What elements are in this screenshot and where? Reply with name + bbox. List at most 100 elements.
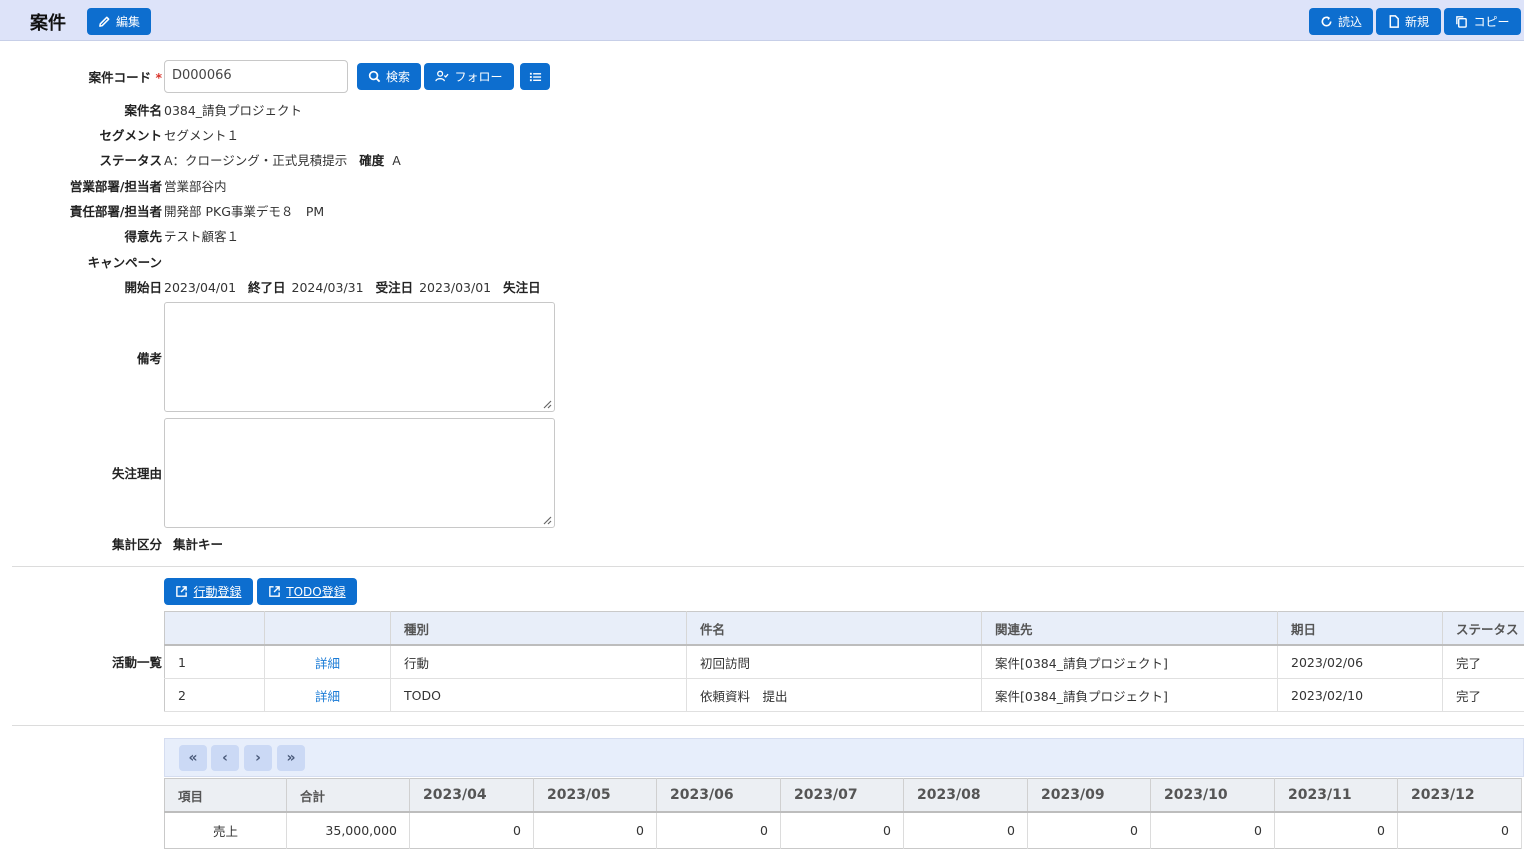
reload-icon	[1321, 16, 1332, 27]
activity-related: 案件[0384_請負プロジェクト]	[981, 645, 1278, 679]
month-cell: 0	[780, 812, 904, 849]
document-icon	[1389, 15, 1399, 28]
external-link-icon	[269, 586, 281, 597]
customer-label: 得意先	[124, 229, 162, 244]
detail-link[interactable]: 詳細	[264, 678, 391, 712]
top-bar: 案件 編集 読込 新規 コピー	[0, 0, 1524, 41]
prev-page-button[interactable]: ‹	[211, 745, 239, 771]
first-page-button[interactable]: «	[179, 745, 207, 771]
activity-related: 案件[0384_請負プロジェクト]	[981, 678, 1278, 712]
edit-label: 編集	[115, 15, 140, 29]
column-header-month: 2023/08	[903, 778, 1028, 813]
required-mark: *	[155, 70, 162, 85]
activity-subject: 初回訪問	[686, 645, 982, 679]
edit-button[interactable]: 編集	[87, 8, 151, 35]
next-page-button[interactable]: ›	[244, 745, 272, 771]
register-todo-label: TODO登録	[286, 585, 346, 599]
segment-label: セグメント	[99, 128, 162, 143]
lost-date-label: 失注日	[503, 280, 541, 295]
item-cell: 売上	[164, 812, 287, 849]
dates-row: 2023/04/01 終了日 2024/03/31 受注日 2023/03/01…	[164, 277, 541, 296]
column-header-month: 2023/06	[656, 778, 781, 813]
activity-table: 種別 件名 関連先 期日 ステータス 1 詳細 行動 初回訪問 案件[0384_…	[164, 611, 1524, 712]
activity-due: 2023/02/06	[1277, 645, 1443, 679]
divider	[12, 725, 1524, 726]
last-page-button[interactable]: »	[277, 745, 305, 771]
table-row: 売上 35,000,000 0 0 0 0 0 0 0 0 0	[164, 812, 1522, 849]
search-icon	[368, 70, 381, 83]
follow-label: フォロー	[454, 70, 503, 84]
pencil-icon	[99, 16, 110, 27]
column-header-subject[interactable]: 件名	[686, 611, 982, 646]
resize-grip-icon[interactable]	[542, 515, 552, 525]
code-label-text: 案件コード	[88, 70, 152, 85]
month-cell: 0	[533, 812, 657, 849]
register-action-label: 行動登録	[193, 585, 242, 599]
search-button[interactable]: 検索	[357, 63, 421, 90]
month-cell: 0	[1150, 812, 1275, 849]
memo-textarea[interactable]	[164, 302, 555, 412]
search-label: 検索	[385, 70, 410, 84]
column-header[interactable]	[164, 611, 265, 646]
status-value: A：クロージング・正式見積提示 確度 A	[164, 150, 401, 169]
register-action-button[interactable]: 行動登録	[164, 578, 253, 605]
page-title: 案件	[30, 13, 66, 34]
table-row[interactable]: 1 詳細 行動 初回訪問 案件[0384_請負プロジェクト] 2023/02/0…	[164, 645, 1524, 679]
detail-link[interactable]: 詳細	[264, 645, 391, 679]
name-label: 案件名	[124, 103, 162, 118]
aggregation-key-label: 集計キー	[173, 537, 224, 552]
activity-list-label: 活動一覧	[111, 655, 162, 670]
column-header-month: 2023/09	[1027, 778, 1151, 813]
certainty-value: A	[392, 153, 401, 168]
column-header-type[interactable]: 種別	[390, 611, 687, 646]
certainty-label: 確度	[359, 153, 385, 168]
column-header-month: 2023/12	[1397, 778, 1522, 813]
order-date-label: 受注日	[375, 280, 414, 295]
total-cell: 35,000,000	[286, 812, 410, 849]
customer-value: テスト顧客１	[164, 229, 240, 244]
activity-status: 完了	[1442, 645, 1524, 679]
copy-button[interactable]: コピー	[1444, 8, 1521, 35]
month-cell: 0	[1027, 812, 1151, 849]
status-label: ステータス	[99, 153, 162, 168]
new-button[interactable]: 新規	[1376, 8, 1441, 35]
name-value: 0384_請負プロジェクト	[164, 103, 303, 118]
follow-button[interactable]: フォロー	[424, 63, 514, 90]
table-row[interactable]: 2 詳細 TODO 依頼資料 提出 案件[0384_請負プロジェクト] 2023…	[164, 678, 1524, 712]
activity-due: 2023/02/10	[1277, 678, 1443, 712]
column-header-due[interactable]: 期日	[1277, 611, 1443, 646]
lost-reason-label: 失注理由	[111, 466, 162, 481]
column-header-item: 項目	[164, 778, 287, 813]
end-date-label: 終了日	[248, 280, 286, 295]
activity-type: TODO	[390, 678, 687, 712]
column-header-status[interactable]: ステータス	[1442, 611, 1524, 646]
column-header-month: 2023/07	[780, 778, 904, 813]
lost-reason-textarea[interactable]	[164, 418, 555, 528]
column-header-related[interactable]: 関連先	[981, 611, 1278, 646]
list-menu-button[interactable]	[520, 63, 550, 90]
table-header-row: 種別 件名 関連先 期日 ステータス	[164, 611, 1524, 646]
monthly-table: 項目 合計 2023/04 2023/05 2023/06 2023/07 20…	[164, 778, 1522, 849]
responsible-label: 責任部署/担当者	[69, 204, 162, 219]
row-number: 2	[164, 678, 265, 712]
month-cell: 0	[1397, 812, 1522, 849]
campaign-label: キャンペーン	[87, 255, 162, 270]
new-label: 新規	[1404, 15, 1429, 29]
activity-type: 行動	[390, 645, 687, 679]
status-text: A：クロージング・正式見積提示	[164, 153, 348, 168]
activity-subject: 依頼資料 提出	[686, 678, 982, 712]
column-header[interactable]	[264, 611, 391, 646]
pager: « ‹ › »	[164, 738, 1524, 777]
list-icon	[529, 72, 541, 81]
resize-grip-icon[interactable]	[542, 399, 552, 409]
user-follow-icon	[435, 70, 450, 82]
order-date-value: 2023/03/01	[419, 280, 492, 295]
month-cell: 0	[409, 812, 534, 849]
code-input[interactable]: D000066	[164, 60, 348, 93]
month-cell: 0	[656, 812, 781, 849]
reload-button[interactable]: 読込	[1309, 8, 1373, 35]
month-cell: 0	[1274, 812, 1398, 849]
register-todo-button[interactable]: TODO登録	[257, 578, 357, 605]
activity-status: 完了	[1442, 678, 1524, 712]
column-header-month: 2023/05	[533, 778, 657, 813]
